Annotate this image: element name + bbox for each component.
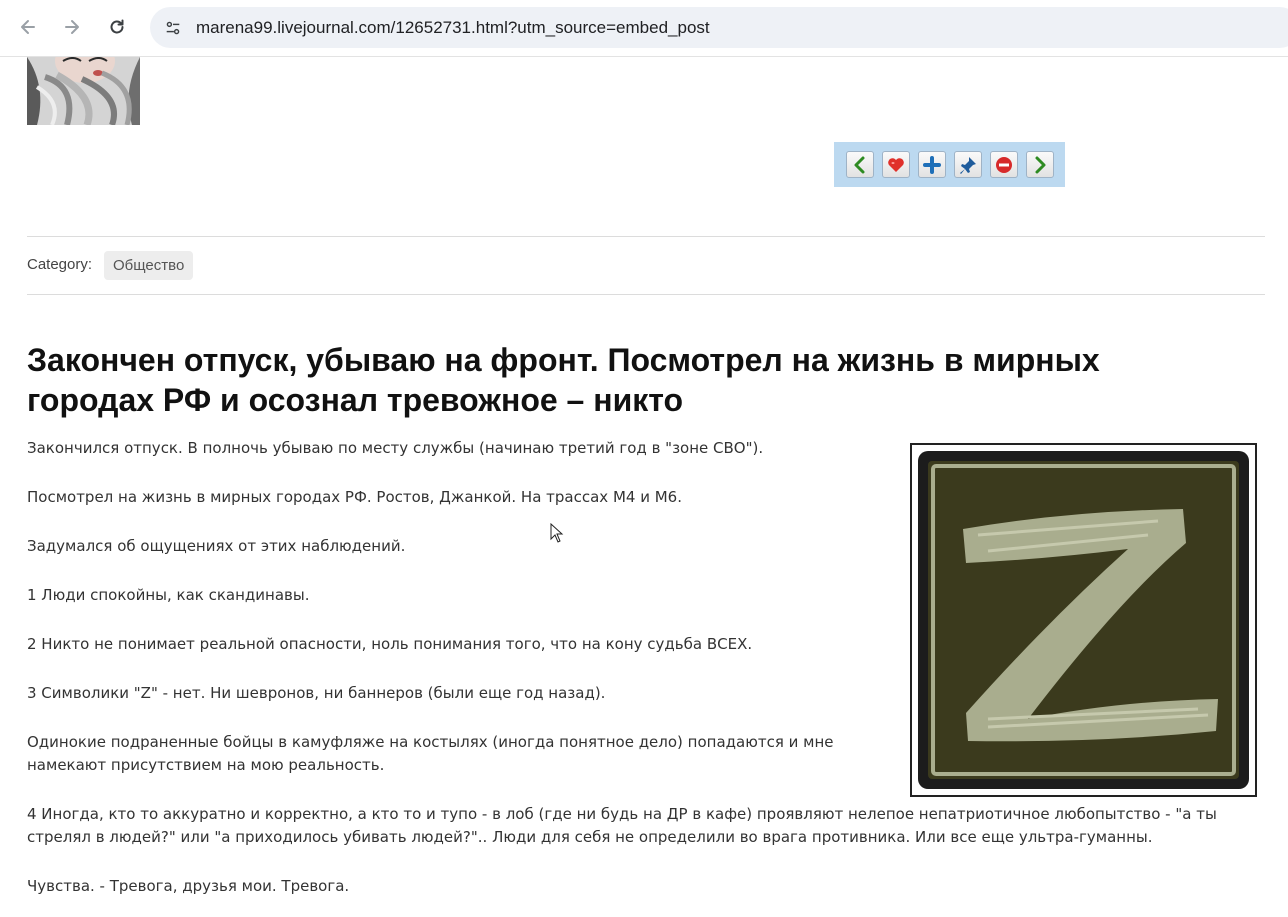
prev-icon xyxy=(854,156,865,173)
divider xyxy=(27,236,1265,237)
paragraph: Чувства. - Тревога, друзья мои. Тревога. xyxy=(27,877,350,895)
browser-toolbar: marena99.livejournal.com/12652731.html?u… xyxy=(0,0,1288,57)
address-bar[interactable]: marena99.livejournal.com/12652731.html?u… xyxy=(150,7,1288,48)
pin-icon xyxy=(960,156,976,174)
reload-icon xyxy=(110,19,124,34)
paragraph: Посмотрел на жизнь в мирных городах РФ. … xyxy=(27,488,682,506)
mouse-cursor-icon xyxy=(550,523,564,543)
paragraph: Одинокие подраненные бойцы в камуфляже н… xyxy=(27,733,834,774)
next-icon xyxy=(1035,156,1046,173)
back-button[interactable] xyxy=(11,10,45,44)
category-tag[interactable]: Общество xyxy=(104,251,194,280)
category-label: Category: xyxy=(27,256,93,273)
entry-body: Закончился отпуск. В полночь убываю по м… xyxy=(27,437,1267,917)
forward-button[interactable] xyxy=(55,10,89,44)
add-friend-button[interactable] xyxy=(918,151,946,178)
minus-icon xyxy=(996,156,1012,173)
flag-entry-button[interactable] xyxy=(990,151,1018,178)
url-text[interactable]: marena99.livejournal.com/12652731.html?u… xyxy=(196,18,710,38)
plus-icon xyxy=(923,155,941,174)
entry-actions-toolbar xyxy=(834,142,1065,187)
author-avatar[interactable] xyxy=(27,57,140,125)
paragraph: 4 Иногда, кто то аккуратно и корректно, … xyxy=(27,805,1217,846)
prev-entry-button[interactable] xyxy=(846,151,874,178)
next-entry-button[interactable] xyxy=(1026,151,1054,178)
paragraph: 1 Люди спокойны, как скандинавы. xyxy=(27,586,310,604)
paragraph: Закончился отпуск. В полночь убываю по м… xyxy=(27,439,764,457)
track-entry-button[interactable] xyxy=(954,151,982,178)
back-arrow-icon xyxy=(21,20,35,34)
heart-icon xyxy=(888,157,904,172)
site-info-icon[interactable] xyxy=(158,13,188,43)
reload-button[interactable] xyxy=(100,10,134,44)
paragraph: 2 Никто не понимает реальной опасности, … xyxy=(27,635,753,653)
entry-title: Закончен отпуск, убываю на фронт. Посмот… xyxy=(27,342,1100,418)
divider xyxy=(27,294,1265,295)
add-to-memories-button[interactable] xyxy=(882,151,910,178)
forward-arrow-icon xyxy=(65,20,79,34)
avatar-image xyxy=(27,57,140,125)
paragraph: 3 Символики "Z" - нет. Ни шевронов, ни б… xyxy=(27,684,606,702)
paragraph: Задумался об ощущениях от этих наблюдени… xyxy=(27,537,406,555)
